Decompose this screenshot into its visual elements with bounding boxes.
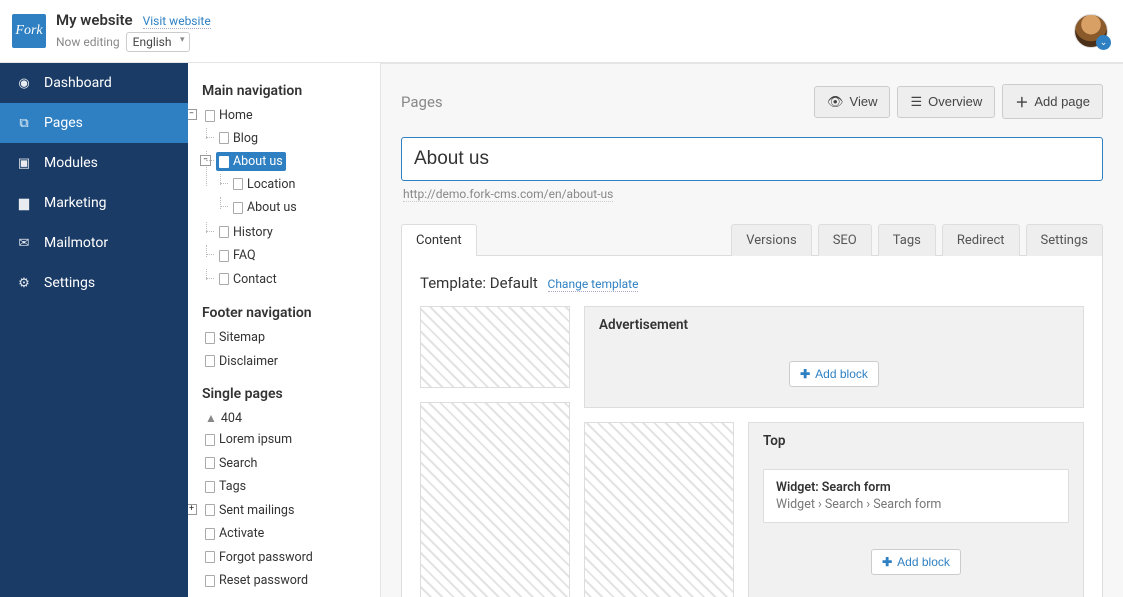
tree-node-sitemap[interactable]: Sitemap	[202, 328, 268, 347]
region-top: Top Widget: Search form Widget › Search …	[748, 422, 1084, 597]
tree-toggle[interactable]: −	[200, 155, 211, 166]
tree-node-blog[interactable]: Blog	[216, 129, 261, 148]
page-icon	[205, 504, 215, 516]
tree-toggle[interactable]: +	[188, 504, 197, 515]
eye-icon: 👁	[827, 94, 844, 110]
template-region-placeholder[interactable]	[420, 402, 570, 597]
chart-icon: ▆	[16, 195, 32, 211]
gauge-icon: ◉	[16, 75, 32, 91]
tree-node-activate[interactable]: Activate	[202, 524, 267, 543]
tab-settings[interactable]: Settings	[1026, 224, 1103, 256]
site-title: My website	[56, 11, 133, 29]
widget-title: Widget: Search form	[776, 480, 1056, 495]
page-icon	[233, 202, 243, 214]
tab-tags[interactable]: Tags	[878, 224, 936, 256]
gear-icon: ⚙	[16, 275, 32, 291]
page-icon	[219, 226, 229, 238]
tree-node-about-us-child[interactable]: About us	[230, 198, 300, 217]
tree-node-location[interactable]: Location	[230, 175, 298, 194]
tree-node-sent-mailings[interactable]: Sent mailings	[202, 501, 297, 520]
tree-toggle[interactable]: −	[188, 109, 197, 120]
sidebar-item-label: Dashboard	[44, 75, 112, 91]
plus-icon: ✚	[882, 555, 892, 569]
page-icon	[205, 355, 215, 367]
tree-node-contact[interactable]: Contact	[216, 270, 280, 289]
tree-node-lorem[interactable]: Lorem ipsum	[202, 430, 295, 449]
page-icon	[219, 156, 229, 168]
tree-node-disclaimer[interactable]: Disclaimer	[202, 352, 281, 371]
page-url[interactable]: http://demo.fork-cms.com/en/about-us	[403, 187, 613, 202]
tree-node-about-us[interactable]: About us	[216, 152, 286, 171]
overview-button[interactable]: ☰Overview	[897, 86, 995, 118]
page-title-input[interactable]	[401, 137, 1103, 181]
language-select[interactable]: English	[126, 32, 191, 52]
page-icon	[219, 132, 229, 144]
sidebar-item-label: Modules	[44, 155, 98, 171]
tree-node-home[interactable]: Home	[202, 106, 256, 125]
tree-node-search[interactable]: Search	[202, 454, 260, 473]
tree-heading-footer-nav: Footer navigation	[202, 305, 374, 321]
fork-logo: Fork	[12, 14, 46, 48]
envelope-icon: ✉	[16, 235, 32, 251]
tree-node-404[interactable]: ▲404	[202, 409, 245, 428]
list-icon: ☰	[910, 94, 922, 110]
tree-node-tags[interactable]: Tags	[202, 477, 249, 496]
sidebar-item-label: Mailmotor	[44, 235, 108, 251]
page-icon	[205, 457, 215, 469]
view-button[interactable]: 👁View	[814, 86, 890, 118]
visit-website-link[interactable]: Visit website	[143, 14, 211, 29]
sidebar-item-label: Marketing	[44, 195, 107, 211]
tab-versions[interactable]: Versions	[731, 224, 811, 256]
page-icon	[233, 178, 243, 190]
widget-path: Widget › Search › Search form	[776, 497, 1056, 512]
tab-seo[interactable]: SEO	[818, 224, 872, 256]
region-title: Advertisement	[585, 307, 1083, 343]
page-title: Pages	[401, 93, 814, 111]
template-region-placeholder[interactable]	[584, 422, 734, 597]
tree-heading-single-pages: Single pages	[202, 386, 374, 402]
add-block-button[interactable]: ✚Add block	[789, 361, 879, 387]
tree-node-reset-password[interactable]: Reset password	[202, 571, 311, 590]
sidebar-item-modules[interactable]: ▣ Modules	[0, 143, 188, 183]
warning-icon: ▲	[205, 409, 217, 428]
tab-content[interactable]: Content	[401, 224, 477, 256]
sidebar-item-label: Pages	[44, 115, 83, 131]
region-title: Top	[749, 423, 1083, 459]
template-label: Template: Default	[420, 274, 538, 292]
region-advertisement: Advertisement ✚Add block	[584, 306, 1084, 408]
sidebar-item-marketing[interactable]: ▆ Marketing	[0, 183, 188, 223]
widget-card[interactable]: Widget: Search form Widget › Search › Se…	[763, 469, 1069, 523]
page-icon	[205, 481, 215, 493]
page-icon	[219, 250, 229, 262]
page-icon	[205, 332, 215, 344]
page-icon	[205, 575, 215, 587]
user-avatar[interactable]: ⌄	[1074, 14, 1108, 48]
plus-icon: ＋	[1015, 92, 1028, 111]
sidebar-item-pages[interactable]: ⧉ Pages	[0, 103, 188, 143]
sidebar-item-dashboard[interactable]: ◉ Dashboard	[0, 63, 188, 103]
tree-heading-main-nav: Main navigation	[202, 83, 374, 99]
chevron-down-icon: ⌄	[1096, 35, 1111, 50]
page-icon	[219, 273, 229, 285]
cubes-icon: ▣	[16, 155, 32, 171]
tree-node-history[interactable]: History	[216, 223, 276, 242]
now-editing-label: Now editing	[56, 35, 120, 49]
plus-icon: ✚	[800, 367, 810, 381]
sidebar-item-label: Settings	[44, 275, 95, 291]
add-page-button[interactable]: ＋Add page	[1002, 84, 1103, 119]
page-icon	[205, 110, 215, 122]
page-icon	[205, 528, 215, 540]
tree-node-forgot-password[interactable]: Forgot password	[202, 548, 316, 567]
change-template-link[interactable]: Change template	[548, 277, 639, 292]
add-block-button[interactable]: ✚Add block	[871, 549, 961, 575]
copy-icon: ⧉	[16, 115, 32, 131]
page-icon	[205, 551, 215, 563]
tab-redirect[interactable]: Redirect	[942, 224, 1020, 256]
sidebar-item-settings[interactable]: ⚙ Settings	[0, 263, 188, 303]
template-region-placeholder[interactable]	[420, 306, 570, 388]
page-icon	[205, 434, 215, 446]
tree-node-faq[interactable]: FAQ	[216, 246, 259, 265]
sidebar-item-mailmotor[interactable]: ✉ Mailmotor	[0, 223, 188, 263]
